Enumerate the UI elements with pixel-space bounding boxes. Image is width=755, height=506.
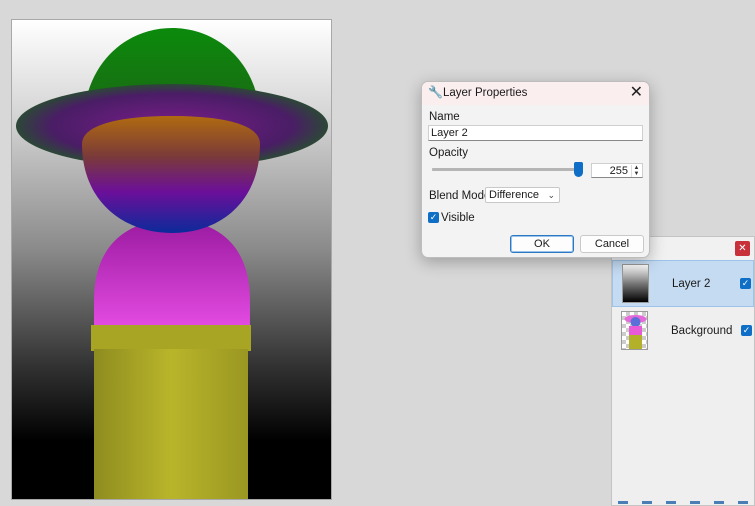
- wrench-icon: 🔧: [428, 85, 443, 99]
- layer-thumbnail: [622, 264, 649, 303]
- blend-mode-select[interactable]: Difference ⌄: [485, 187, 560, 203]
- figure-base-top: [91, 325, 251, 351]
- layer-properties-dialog: 🔧 Layer Properties ✕ Name Layer 2 Opacit…: [421, 81, 650, 258]
- opacity-label: Opacity: [429, 147, 468, 159]
- visible-checkbox[interactable]: ✓: [428, 212, 439, 223]
- figure-head: [82, 116, 260, 233]
- workspace: ✕ Layer 2 ✓ Background ✓ 🔧 Layer Propert…: [0, 0, 755, 506]
- chevron-down-icon: ⌄: [547, 190, 555, 200]
- image-canvas[interactable]: [11, 19, 332, 500]
- layer-row-layer-2[interactable]: Layer 2 ✓: [612, 260, 754, 307]
- close-icon[interactable]: ✕: [735, 241, 750, 256]
- close-icon[interactable]: ✕: [630, 84, 643, 102]
- layer-thumbnail: [621, 311, 648, 350]
- opacity-slider[interactable]: [432, 168, 583, 171]
- blend-mode-value: Difference: [489, 189, 539, 201]
- layer-name: Layer 2: [672, 277, 711, 290]
- layer-visibility-checkbox[interactable]: ✓: [741, 325, 752, 336]
- dialog-titlebar[interactable]: 🔧 Layer Properties ✕: [422, 82, 649, 105]
- add-layer-icon[interactable]: [618, 501, 628, 504]
- merge-layer-icon[interactable]: [690, 501, 700, 504]
- blend-mode-label: Blend Mode:: [429, 190, 494, 202]
- layers-toolbar: [612, 501, 754, 505]
- ok-button[interactable]: OK: [510, 235, 574, 253]
- duplicate-layer-icon[interactable]: [666, 501, 676, 504]
- spin-arrows-icon[interactable]: ▲ ▼: [631, 165, 641, 177]
- delete-layer-icon[interactable]: [642, 501, 652, 504]
- opacity-value: 255: [609, 165, 628, 177]
- figure-base: [94, 349, 248, 499]
- opacity-slider-fill: [432, 168, 583, 171]
- name-field[interactable]: Layer 2: [428, 125, 643, 141]
- layer-visibility-checkbox[interactable]: ✓: [740, 278, 751, 289]
- dialog-title: Layer Properties: [443, 87, 528, 99]
- canvas-artwork: [16, 28, 328, 499]
- layer-name: Background: [671, 324, 733, 337]
- layer-row-background[interactable]: Background ✓: [612, 307, 754, 354]
- name-label: Name: [429, 111, 460, 123]
- figure-body: [94, 220, 250, 325]
- move-up-icon[interactable]: [714, 501, 724, 504]
- opacity-slider-thumb[interactable]: [573, 162, 583, 177]
- layers-panel: ✕ Layer 2 ✓ Background ✓: [611, 236, 755, 506]
- cancel-button[interactable]: Cancel: [580, 235, 644, 253]
- move-down-icon[interactable]: [738, 501, 748, 504]
- opacity-stepper[interactable]: 255 ▲ ▼: [591, 163, 643, 178]
- visible-label: Visible: [441, 212, 475, 224]
- background-thumbnail-figure: [624, 315, 647, 349]
